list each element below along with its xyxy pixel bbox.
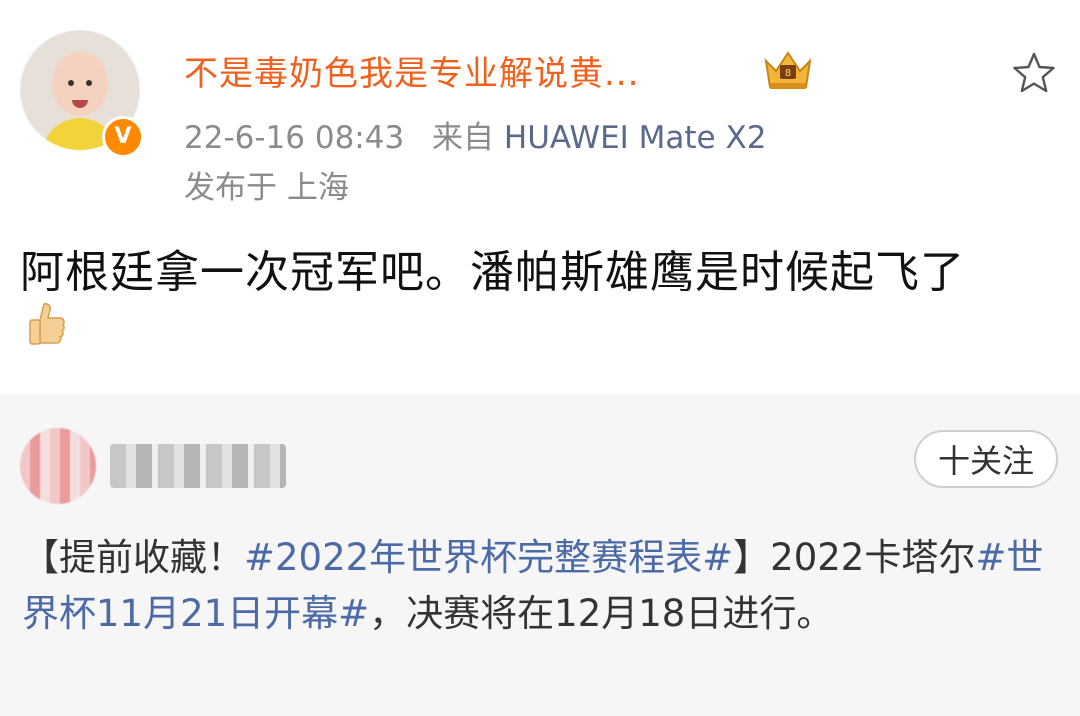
repost-user-avatar[interactable] <box>20 428 96 504</box>
star-icon[interactable] <box>1010 50 1058 98</box>
thumbs-up-icon <box>29 303 65 345</box>
avatar-eye-right <box>86 80 92 86</box>
repost-username-blurred <box>110 444 286 488</box>
post-device[interactable]: HUAWEI Mate X2 <box>504 120 767 156</box>
hashtag-schedule[interactable]: #2022年世界杯完整赛程表# <box>244 536 733 579</box>
post-meta: 22-6-16 08:43 来自 HUAWEI Mate X2 <box>184 112 766 157</box>
svg-text:8: 8 <box>785 68 791 79</box>
avatar-eye-left <box>68 80 74 86</box>
crown-icon: 8 <box>764 51 812 89</box>
repost-text-part-3: ，决赛将在12月18日进行。 <box>369 592 834 635</box>
repost-text-part-1: 【提前收藏！ <box>22 536 244 579</box>
post-username[interactable]: 不是毒奶色我是专业解说黄... <box>184 46 639 95</box>
verified-badge: V <box>102 116 144 158</box>
repost-text: 【提前收藏！#2022年世界杯完整赛程表#】2022卡塔尔#世界杯11月21日开… <box>22 530 1058 642</box>
post-content: 阿根廷拿一次冠军吧。潘帕斯雄鹰是时候起飞了 <box>20 247 965 298</box>
post-location: 发布于 上海 <box>184 170 349 206</box>
follow-button[interactable]: 十关注 <box>914 430 1058 488</box>
post-timestamp: 22-6-16 08:43 <box>184 120 405 156</box>
post-source-prefix: 来自 <box>432 120 495 156</box>
repost-text-part-2: 】2022卡塔尔 <box>733 536 976 579</box>
